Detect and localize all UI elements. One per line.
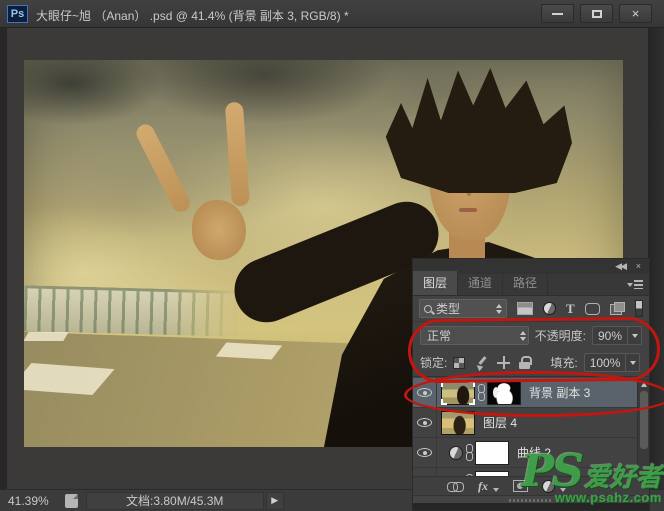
add-mask-icon[interactable]	[513, 480, 528, 492]
photo-hand	[192, 200, 246, 260]
opacity-dropdown-icon[interactable]	[627, 327, 641, 344]
eye-icon	[417, 448, 432, 457]
window-left-edge	[0, 28, 7, 489]
document-title: 大眼仔~旭 （Anan） .psd @ 41.4% (背景 副本 3, RGB/…	[36, 9, 349, 23]
layers-panel-footer: fx	[413, 476, 649, 495]
fill-value: 100%	[589, 355, 621, 370]
layer-thumbnail[interactable]	[441, 410, 475, 435]
blend-mode-value: 正常	[427, 329, 452, 343]
layer-row-layer-4[interactable]: 图层 4	[413, 408, 637, 438]
opacity-label: 不透明度:	[534, 329, 586, 343]
scroll-up-icon[interactable]	[638, 378, 649, 390]
adjustment-dropdown-icon	[560, 488, 566, 492]
fx-dropdown-icon	[493, 488, 499, 492]
fill-dropdown-icon[interactable]	[625, 354, 639, 371]
opacity-field[interactable]: 90%	[591, 326, 642, 345]
layer-name[interactable]: 曲线 2	[517, 444, 551, 461]
panel-tabs: 图层 通道 路径	[413, 271, 649, 296]
stepper-icon	[519, 330, 526, 341]
blend-mode-dropdown[interactable]: 正常	[420, 326, 529, 345]
fill-field[interactable]: 100%	[583, 353, 641, 372]
document-status-icon	[64, 493, 78, 508]
photo-lane-marking	[24, 332, 69, 341]
filter-smart-objects-icon[interactable]	[609, 302, 625, 315]
document-size-field[interactable]: 文档:3.80M/45.3M	[85, 491, 264, 510]
lock-row: 锁定: 填充: 100%	[413, 349, 649, 377]
maximize-button[interactable]	[580, 4, 613, 23]
filter-pixel-layers-icon[interactable]	[516, 302, 533, 315]
layer-list-scrollbar[interactable]	[637, 378, 649, 479]
visibility-cell[interactable]	[413, 438, 437, 467]
photo-guardrail	[24, 285, 240, 337]
photo-mouth	[459, 208, 477, 212]
minimize-button[interactable]	[541, 4, 574, 23]
lock-label: 锁定:	[420, 356, 448, 370]
window-titlebar[interactable]: Ps 大眼仔~旭 （Anan） .psd @ 41.4% (背景 副本 3, R…	[0, 0, 664, 28]
photo-finger	[133, 121, 194, 216]
opacity-value: 90%	[597, 328, 622, 343]
visibility-cell[interactable]	[413, 378, 437, 407]
layer-mask-thumbnail[interactable]	[487, 380, 521, 405]
layer-list: 背景 副本 3 图层 4 曲线 2 曲线 1	[413, 378, 637, 479]
filter-type-layers-icon[interactable]: T	[566, 302, 575, 315]
filter-kind-label: 类型	[436, 302, 461, 316]
tab-layers[interactable]: 图层	[413, 271, 459, 295]
panel-menu-icon[interactable]	[627, 279, 643, 291]
status-options-arrow[interactable]: ▶	[265, 491, 284, 510]
mask-link-icon[interactable]	[465, 444, 473, 461]
photoshop-app-icon: Ps	[7, 5, 28, 23]
zoom-level[interactable]: 41.39%	[0, 494, 57, 508]
filter-kind-dropdown[interactable]: 类型	[419, 299, 507, 318]
document-size-text: 文档:3.80M/45.3M	[126, 494, 224, 508]
layer-name[interactable]: 背景 副本 3	[529, 384, 590, 401]
mask-link-icon[interactable]	[477, 384, 485, 401]
search-icon	[424, 304, 432, 313]
stepper-icon	[495, 303, 502, 314]
layers-panel: ◀◀ × 图层 通道 路径 类型 T 正常 不透明度: 90% 锁定: 填充: …	[412, 258, 650, 511]
filter-adjustment-layers-icon[interactable]	[542, 302, 556, 315]
close-button[interactable]: ×	[619, 4, 652, 23]
panel-bottom-edge	[413, 503, 649, 510]
visibility-cell[interactable]	[413, 408, 437, 437]
link-layers-icon[interactable]	[447, 481, 464, 492]
tab-channels[interactable]: 通道	[458, 271, 504, 295]
filter-toggle-switch[interactable]	[634, 300, 643, 317]
photo-finger	[224, 101, 250, 207]
layer-name[interactable]: 图层 4	[483, 414, 517, 431]
adjustment-layer-icon[interactable]	[449, 445, 463, 460]
eye-icon	[417, 418, 432, 427]
fill-label: 填充:	[550, 356, 578, 370]
lock-all-icon[interactable]	[519, 356, 533, 369]
window-controls: ×	[541, 4, 652, 23]
collapse-panel-icon[interactable]: ◀◀	[615, 261, 627, 272]
scrollbar-thumb[interactable]	[639, 391, 648, 449]
eye-icon	[417, 388, 432, 397]
filter-shape-layers-icon[interactable]	[584, 302, 600, 315]
blend-mode-row: 正常 不透明度: 90%	[413, 322, 649, 349]
lock-icons	[453, 356, 533, 370]
lock-position-icon[interactable]	[497, 356, 511, 369]
layer-style-fx-button[interactable]: fx	[478, 479, 488, 494]
lock-pixels-icon[interactable]	[474, 356, 488, 370]
photo-spiky-hair	[385, 68, 572, 193]
photo-lane-marking	[215, 342, 283, 360]
panel-resize-grip[interactable]	[413, 495, 649, 503]
add-adjustment-icon[interactable]	[542, 479, 555, 493]
minimize-icon	[552, 12, 563, 15]
panel-close-icon[interactable]: ×	[636, 261, 641, 272]
layer-filter-row: 类型 T	[413, 296, 649, 322]
window-right-edge	[648, 28, 664, 489]
close-icon: ×	[631, 6, 640, 21]
layer-mask-thumbnail[interactable]	[475, 440, 509, 465]
layer-row-curves-2[interactable]: 曲线 2	[413, 438, 637, 468]
layer-thumbnail[interactable]	[441, 380, 475, 405]
layer-row-background-copy-3[interactable]: 背景 副本 3	[413, 378, 637, 408]
lock-transparency-icon[interactable]	[453, 356, 466, 369]
tab-paths[interactable]: 路径	[503, 271, 549, 295]
maximize-icon	[591, 9, 602, 18]
